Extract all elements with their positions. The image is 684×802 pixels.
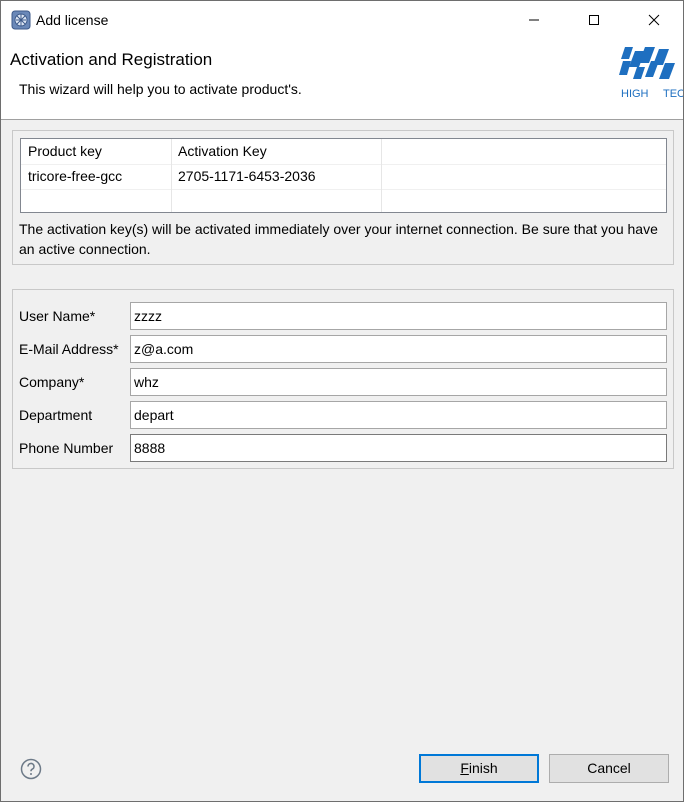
phone-input[interactable]: [130, 434, 667, 462]
window-title: Add license: [36, 12, 109, 28]
column-header-product-key[interactable]: Product key: [21, 139, 171, 164]
app-icon: [11, 10, 31, 30]
email-input[interactable]: [130, 335, 667, 363]
license-group: Product key Activation Key tricore-free-…: [12, 130, 674, 265]
column-divider: [381, 139, 382, 212]
row-divider: [21, 164, 666, 165]
row-divider: [21, 189, 666, 190]
product-key-cell: tricore-free-gcc: [28, 168, 123, 184]
close-icon: [648, 14, 660, 26]
finish-mnemonic: F: [460, 760, 469, 776]
user-name-row: User Name*: [13, 302, 673, 330]
logo-text-high: HIGH: [621, 88, 649, 100]
minimize-icon: [529, 19, 539, 21]
cancel-button[interactable]: Cancel: [549, 754, 669, 783]
column-header-activation-key[interactable]: Activation Key: [171, 139, 381, 164]
finish-label: inish: [468, 760, 498, 776]
finish-button[interactable]: Finish: [419, 754, 539, 783]
hightec-logo: HIGH TEC: [619, 47, 683, 100]
minimize-button[interactable]: [511, 1, 557, 39]
company-input[interactable]: [130, 368, 667, 396]
button-bar: Finish Cancel: [1, 736, 683, 802]
department-input[interactable]: [130, 401, 667, 429]
email-row: E-Mail Address*: [13, 335, 673, 363]
phone-row: Phone Number: [13, 434, 673, 462]
registration-form: User Name* E-Mail Address* Company* Depa…: [12, 289, 674, 469]
department-label: Department: [19, 407, 93, 423]
add-license-dialog: Add license Activation and Registration …: [0, 0, 684, 802]
company-row: Company*: [13, 368, 673, 396]
close-button[interactable]: [631, 1, 677, 39]
user-name-input[interactable]: [130, 302, 667, 330]
page-title: Activation and Registration: [10, 50, 213, 69]
maximize-button[interactable]: [571, 1, 617, 39]
logo-text-tec: TEC: [663, 88, 683, 100]
license-table[interactable]: Product key Activation Key tricore-free-…: [20, 138, 667, 213]
wizard-header: Activation and Registration This wizard …: [1, 39, 683, 120]
user-name-label: User Name*: [19, 308, 96, 324]
page-description: This wizard will help you to activate pr…: [19, 81, 302, 97]
activation-key-cell: 2705-1171-6453-2036: [178, 168, 316, 184]
column-divider: [171, 139, 172, 212]
activation-note: The activation key(s) will be activated …: [19, 221, 658, 257]
department-row: Department: [13, 401, 673, 429]
maximize-icon: [589, 15, 599, 25]
table-header-row: Product key Activation Key: [21, 139, 666, 164]
title-bar[interactable]: Add license: [1, 1, 683, 39]
company-label: Company*: [19, 374, 85, 390]
help-icon[interactable]: [20, 758, 42, 780]
email-label: E-Mail Address*: [19, 341, 119, 357]
phone-label: Phone Number: [19, 440, 114, 456]
table-row[interactable]: tricore-free-gcc 2705-1171-6453-2036: [21, 164, 666, 189]
